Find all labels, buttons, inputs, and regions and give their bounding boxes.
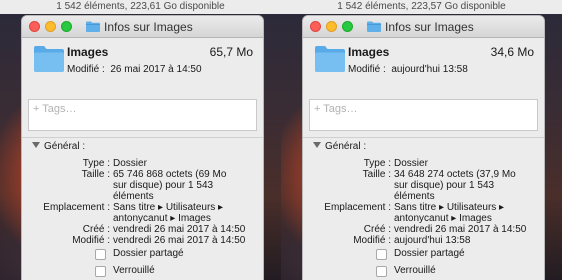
emplacement-value-line-1: Sans titre ▸ Utilisateurs ▸ (113, 202, 224, 213)
general-info: Type : Dossier Taille :65 746 868 octets … (22, 158, 263, 280)
taille-value-line-3: éléments (113, 191, 154, 202)
locked-label[interactable]: Verrouillé (113, 263, 155, 279)
shared-folder-option[interactable]: Dossier partagé (303, 246, 544, 263)
emplacement-value-line-2: antonycanut ▸ Images (394, 213, 492, 224)
type-label: Type : (82, 158, 110, 169)
modifie-value: vendredi 26 mai 2017 à 14:50 (113, 235, 246, 246)
disclosure-triangle-icon[interactable] (313, 142, 321, 148)
close-button[interactable] (310, 21, 321, 32)
shared-folder-option[interactable]: Dossier partagé (22, 246, 263, 263)
locked-checkbox[interactable] (376, 266, 387, 277)
section-general[interactable]: Général : (313, 141, 366, 152)
cree-value: vendredi 26 mai 2017 à 14:50 (394, 224, 527, 235)
disclosure-triangle-icon[interactable] (32, 142, 40, 148)
finder-status-bar: 1 542 éléments, 223,61 Go disponible (0, 0, 281, 14)
divider (22, 137, 263, 138)
modifie-label: Modifié : (72, 235, 110, 246)
info-window: Infos sur Images Images 34,6 Mo Modifié … (303, 16, 544, 280)
folder-icon (367, 21, 381, 32)
type-value: Dossier (113, 158, 147, 169)
window-title-text: Infos sur Images (104, 20, 193, 34)
locked-option[interactable]: Verrouillé (22, 263, 263, 280)
file-size: 65,7 Mo (209, 45, 253, 59)
folder-icon (315, 46, 345, 72)
traffic-lights (310, 21, 358, 32)
shared-folder-checkbox[interactable] (376, 249, 387, 260)
section-general-label: Général : (325, 141, 367, 152)
locked-label[interactable]: Verrouillé (394, 263, 436, 279)
emplacement-label: Emplacement : (324, 202, 391, 213)
emplacement-value-line-1: Sans titre ▸ Utilisateurs ▸ (394, 202, 505, 213)
shared-folder-checkbox[interactable] (95, 249, 106, 260)
folder-icon (86, 21, 100, 32)
taille-label: Taille : (81, 169, 110, 180)
finder-status-bar: 1 542 éléments, 223,57 Go disponible (281, 0, 562, 14)
taille-value-line-1: 34 648 274 octets (37,9 Mo (394, 169, 516, 180)
shared-folder-label[interactable]: Dossier partagé (394, 246, 465, 262)
file-size: 34,6 Mo (490, 45, 534, 59)
left-screenshot: 1 542 éléments, 223,61 Go disponible Inf… (0, 0, 281, 280)
general-info: Type : Dossier Taille :34 648 274 octets … (303, 158, 544, 280)
locked-option[interactable]: Verrouillé (303, 263, 544, 280)
tags-field[interactable]: + Tags… (28, 99, 257, 131)
taille-value-line-2: sur disque) pour 1 543 (394, 180, 495, 191)
type-value: Dossier (394, 158, 428, 169)
modified-label: Modifié : (67, 64, 105, 75)
minimize-button[interactable] (326, 21, 337, 32)
folder-icon (34, 46, 64, 72)
type-label: Type : (363, 158, 391, 169)
modified-label: Modifié : (348, 64, 386, 75)
file-name: Images (67, 45, 109, 59)
traffic-lights (29, 21, 77, 32)
file-header: Images 65,7 Mo Modifié : 26 mai 2017 à 1… (22, 38, 263, 86)
modified-summary: Modifié : 26 mai 2017 à 14:50 (67, 64, 202, 75)
cree-label: Créé : (82, 224, 110, 235)
window-title: Infos sur Images (367, 20, 474, 34)
shared-folder-label[interactable]: Dossier partagé (113, 246, 184, 262)
file-name: Images (348, 45, 390, 59)
info-window: Infos sur Images Images 65,7 Mo Modifié … (22, 16, 263, 280)
zoom-button[interactable] (61, 21, 72, 32)
title-bar[interactable]: Infos sur Images (303, 16, 544, 38)
emplacement-label: Emplacement : (43, 202, 110, 213)
divider (303, 137, 544, 138)
locked-checkbox[interactable] (95, 266, 106, 277)
cree-value: vendredi 26 mai 2017 à 14:50 (113, 224, 246, 235)
window-title: Infos sur Images (86, 20, 193, 34)
minimize-button[interactable] (45, 21, 56, 32)
section-general[interactable]: Général : (32, 141, 85, 152)
section-general-label: Général : (44, 141, 86, 152)
right-screenshot: 1 542 éléments, 223,57 Go disponible Inf… (281, 0, 562, 280)
file-header: Images 34,6 Mo Modifié : aujourd'hui 13:… (303, 38, 544, 86)
tags-field[interactable]: + Tags… (309, 99, 538, 131)
taille-value-line-2: sur disque) pour 1 543 (113, 180, 214, 191)
modified-summary: Modifié : aujourd'hui 13:58 (348, 64, 468, 75)
modified-value: aujourd'hui 13:58 (391, 64, 468, 75)
taille-value-line-1: 65 746 868 octets (69 Mo (113, 169, 227, 180)
zoom-button[interactable] (342, 21, 353, 32)
emplacement-value-line-2: antonycanut ▸ Images (113, 213, 211, 224)
cree-label: Créé : (363, 224, 391, 235)
taille-label: Taille : (362, 169, 391, 180)
window-title-text: Infos sur Images (385, 20, 474, 34)
taille-value-line-3: éléments (394, 191, 435, 202)
close-button[interactable] (29, 21, 40, 32)
title-bar[interactable]: Infos sur Images (22, 16, 263, 38)
modifie-value: aujourd'hui 13:58 (394, 235, 471, 246)
modifie-label: Modifié : (353, 235, 391, 246)
modified-value: 26 mai 2017 à 14:50 (110, 64, 202, 75)
